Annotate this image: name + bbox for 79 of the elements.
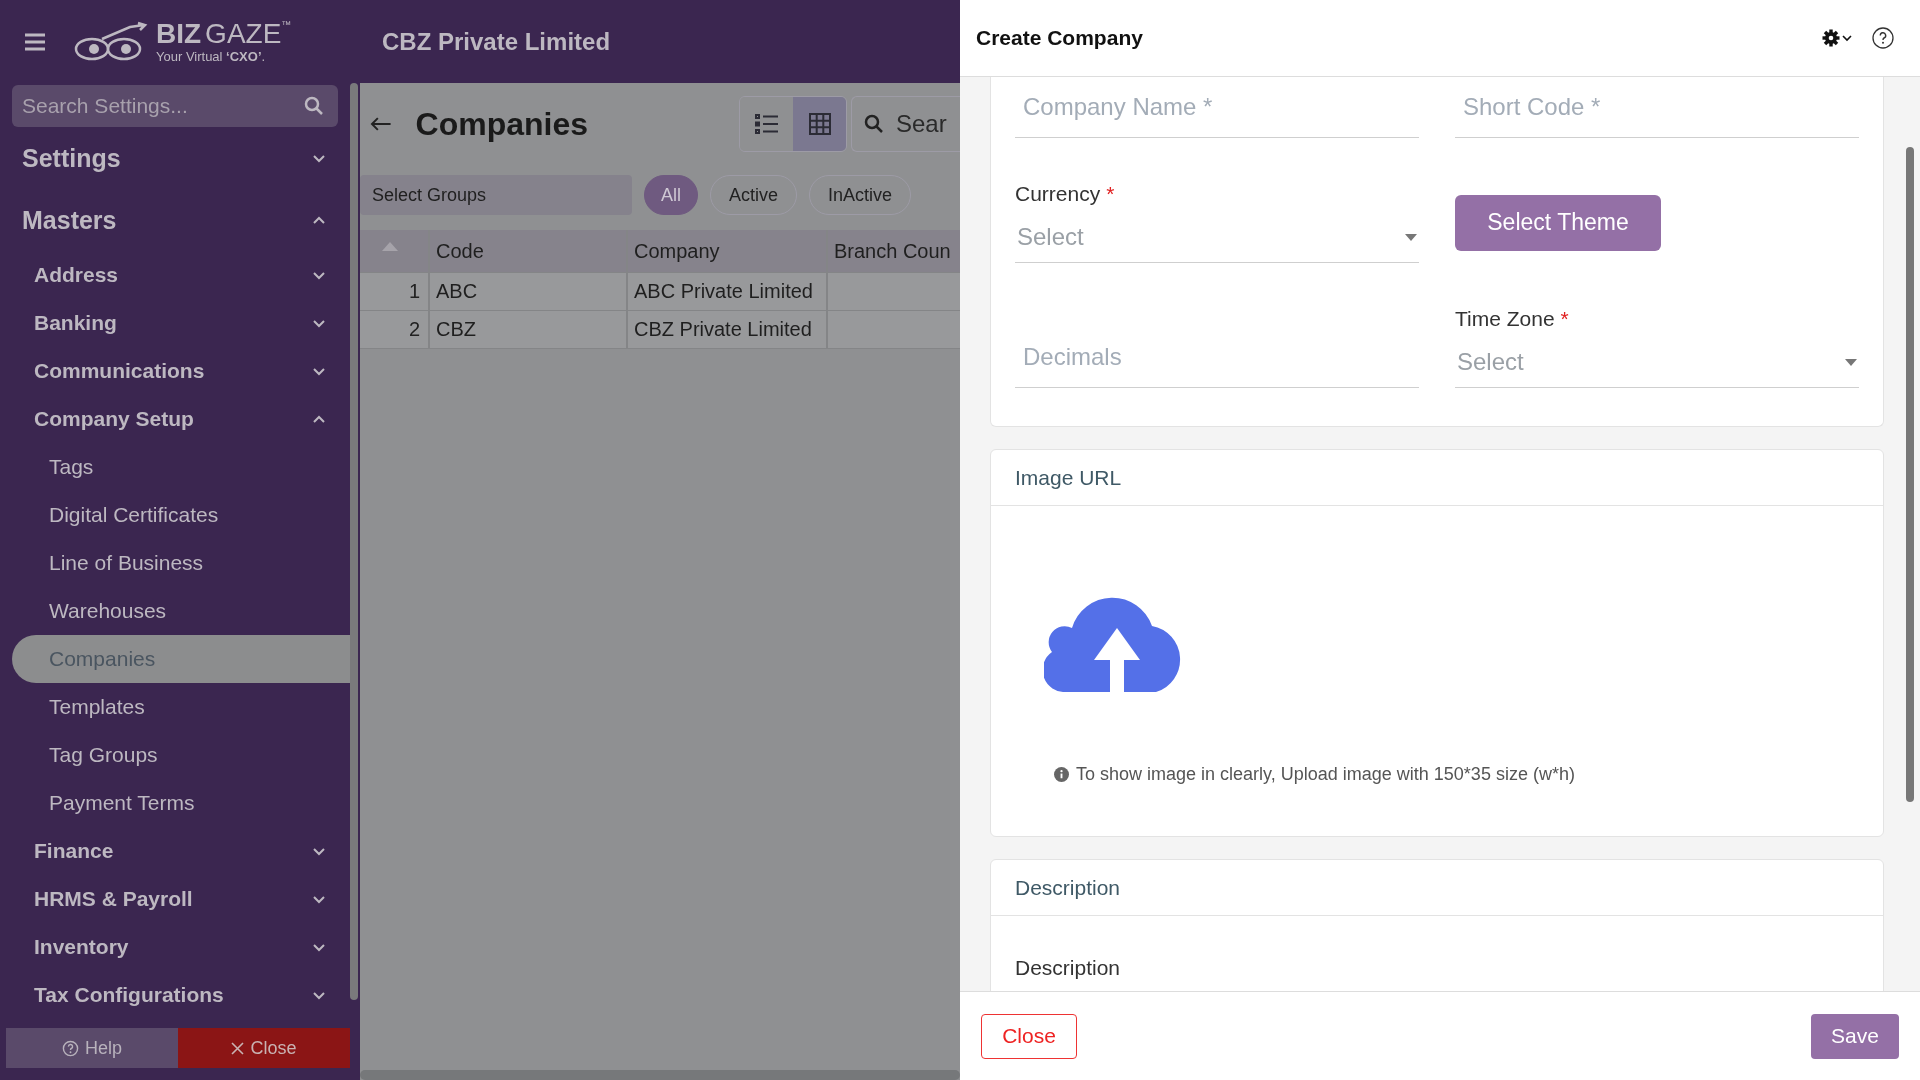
chevron-down-icon	[312, 153, 326, 163]
search-icon	[864, 114, 884, 134]
close-icon	[231, 1041, 245, 1055]
sidebar-item[interactable]: Templates	[12, 683, 350, 731]
chevron-down-icon	[312, 846, 326, 856]
table-cell: CBZ	[436, 318, 476, 341]
text-field[interactable]: Decimals	[1015, 327, 1419, 388]
required-mark: *	[1560, 307, 1569, 330]
sidebar-item[interactable]: Payment Terms	[12, 779, 350, 827]
sidebar-item[interactable]: Settings	[0, 127, 350, 189]
menu-icon[interactable]	[24, 32, 46, 51]
save-button[interactable]: Save	[1811, 1013, 1899, 1059]
required-mark: *	[1106, 182, 1115, 205]
help-button[interactable]: Help	[6, 1028, 178, 1068]
chevron-down-icon	[312, 990, 326, 1000]
search-input[interactable]: Sear	[894, 109, 960, 139]
back-arrow-icon[interactable]	[370, 116, 392, 132]
row-number: 2	[408, 318, 420, 341]
sidebar-item[interactable]: Company Setup	[0, 395, 350, 443]
row-number: 1	[408, 280, 420, 303]
sidebar-item[interactable]: Line of Business	[12, 539, 350, 587]
close-button[interactable]: Close	[981, 1013, 1077, 1059]
search-input[interactable]: Search Settings...	[20, 93, 304, 119]
info-icon	[1054, 767, 1069, 782]
table-cell: CBZ Private Limited	[634, 318, 812, 341]
search-icon	[304, 96, 324, 116]
image-size-hint: To show image in clearly, Upload image with 150*35 size (w*h)	[1054, 764, 1883, 785]
chevron-up-icon	[312, 414, 326, 424]
caret-icon	[1405, 233, 1417, 241]
sidebar-item[interactable]: Warehouses	[12, 587, 350, 635]
sidebar-item[interactable]: HRMS & Payroll	[0, 875, 350, 923]
page-title: Companies	[415, 105, 590, 143]
chevron-up-icon	[312, 215, 326, 225]
panel-title: Create Company	[976, 26, 1143, 50]
chevron-down-icon	[312, 318, 326, 328]
close-button[interactable]: Close	[178, 1028, 350, 1068]
trademark-sign: ™	[281, 20, 292, 30]
field-label: Time Zone	[1455, 307, 1555, 330]
sidebar-item[interactable]: Tag Groups	[12, 731, 350, 779]
groups-dropdown[interactable]: Select Groups	[360, 175, 632, 215]
text-field[interactable]: Short Code *	[1455, 77, 1859, 138]
sidebar-item[interactable]: Banking	[0, 299, 350, 347]
section-title: Description	[991, 860, 1883, 916]
chevron-down-icon	[312, 894, 326, 904]
sidebar-item[interactable]: Masters	[0, 189, 350, 251]
filter-chip[interactable]: All	[644, 175, 698, 215]
sidebar-item[interactable]: Finance	[0, 827, 350, 875]
field-label: Currency	[1015, 182, 1101, 205]
list-icon	[754, 113, 779, 135]
brand-name: BIZ	[156, 20, 202, 48]
grid-icon	[808, 113, 831, 135]
sidebar-item[interactable]: Digital Certificates	[12, 491, 350, 539]
select-theme-button[interactable]: Select Theme	[1455, 194, 1661, 251]
table-cell: ABC Private Limited	[634, 280, 813, 303]
text-field[interactable]: Company Name *	[1015, 77, 1419, 138]
table-cell: ABC	[436, 280, 478, 303]
field-label: Description	[1014, 955, 1122, 981]
chevron-down-icon	[312, 366, 326, 376]
chevron-down-icon	[312, 942, 326, 952]
sidebar-item[interactable]: Tags	[12, 443, 350, 491]
grid-view-button[interactable]	[793, 97, 846, 151]
brand-tagline: Your Virtual ‘CXO’.	[156, 50, 267, 63]
help-icon[interactable]	[1872, 27, 1894, 49]
section-title: Image URL	[991, 450, 1883, 506]
chevron-down-icon	[312, 270, 326, 280]
sidebar-item[interactable]: Inventory	[0, 923, 350, 971]
search-field[interactable]: Sear	[851, 96, 960, 152]
scrollbar[interactable]	[360, 1070, 960, 1080]
search-field[interactable]: Search Settings...	[12, 85, 338, 127]
scrollbar[interactable]	[350, 83, 358, 1000]
company-name: CBZ Private Limited	[382, 27, 611, 56]
brand-name: GAZE	[205, 20, 282, 48]
help-icon	[62, 1039, 79, 1057]
sidebar-item[interactable]: Tax Configurations	[0, 971, 350, 1019]
sidebar-item[interactable]: Address	[0, 251, 350, 299]
settings-icon[interactable]	[1822, 29, 1852, 47]
sidebar-item[interactable]: Communications	[0, 347, 350, 395]
caret-icon	[1845, 358, 1857, 366]
scrollbar[interactable]	[1906, 147, 1914, 802]
